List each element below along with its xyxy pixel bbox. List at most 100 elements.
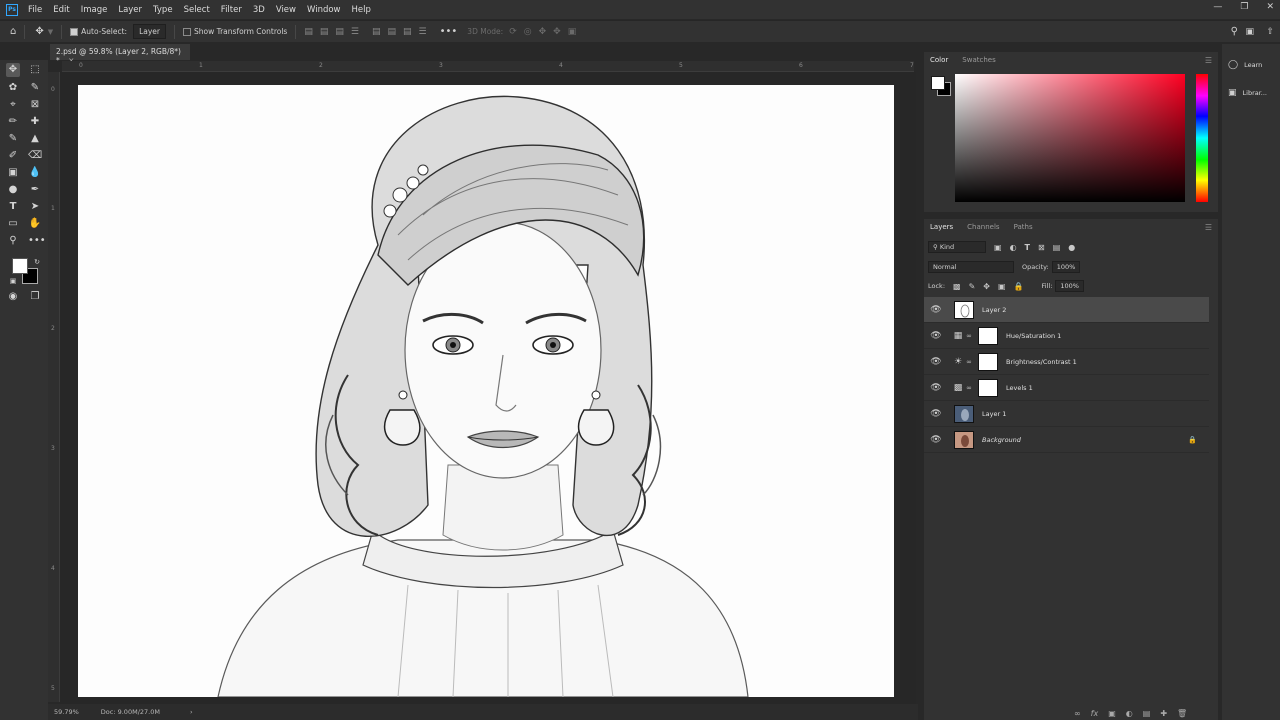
blend-mode-dropdown[interactable]: Normal bbox=[928, 261, 1014, 273]
menu-view[interactable]: View bbox=[276, 5, 296, 15]
layer-row[interactable]: 👁 Layer 1 bbox=[924, 401, 1209, 427]
lock-all-icon[interactable]: 🔒 bbox=[1014, 282, 1024, 291]
auto-select-dropdown[interactable]: Layer bbox=[133, 24, 166, 39]
path-select-tool-icon[interactable]: ➤ bbox=[28, 200, 42, 214]
lock-transparent-icon[interactable]: ▩ bbox=[953, 282, 961, 291]
search-icon[interactable]: ⚲ bbox=[1231, 26, 1238, 37]
3d-slide-icon[interactable]: ✥ bbox=[553, 27, 561, 37]
crop-tool-icon[interactable]: ⌖ bbox=[6, 98, 20, 112]
tab-channels[interactable]: Channels bbox=[967, 223, 999, 231]
menu-file[interactable]: File bbox=[28, 5, 42, 15]
panel-menu-icon[interactable]: ☰ bbox=[1205, 223, 1212, 232]
learn-panel-button[interactable]: ◯ Learn bbox=[1228, 60, 1262, 70]
layer-row[interactable]: 👁 ▩ ∞ Levels 1 bbox=[924, 375, 1209, 401]
eraser-tool-icon[interactable]: ⌫ bbox=[28, 149, 42, 163]
share-icon[interactable]: ⇧ bbox=[1266, 27, 1274, 37]
lock-image-icon[interactable]: ✎ bbox=[969, 282, 976, 291]
doc-size-info[interactable]: Doc: 9.00M/27.0M bbox=[101, 708, 160, 716]
dodge-tool-icon[interactable]: ● bbox=[6, 183, 20, 197]
auto-select-checkbox[interactable] bbox=[70, 27, 79, 36]
add-mask-icon[interactable]: ▣ bbox=[1108, 709, 1116, 718]
home-icon[interactable]: ⌂ bbox=[10, 26, 16, 37]
canvas-area[interactable] bbox=[60, 72, 916, 704]
eyedropper-tool-icon[interactable]: ✏ bbox=[6, 115, 20, 129]
type-filter-icon[interactable]: T bbox=[1025, 243, 1030, 252]
chevron-right-icon[interactable]: › bbox=[190, 708, 193, 716]
more-options-icon[interactable]: ••• bbox=[440, 26, 458, 37]
more-tools-icon[interactable]: ••• bbox=[28, 234, 46, 248]
lock-artboard-icon[interactable]: ▣ bbox=[998, 282, 1006, 291]
quick-mask-icon[interactable]: ◉ bbox=[6, 290, 20, 304]
hue-slider[interactable] bbox=[1196, 74, 1208, 202]
smart-object-filter-icon[interactable]: ▤ bbox=[1053, 243, 1061, 252]
clone-stamp-tool-icon[interactable]: ▲ bbox=[28, 132, 42, 146]
move-tool-icon[interactable]: ✥ bbox=[6, 63, 20, 77]
menu-3d[interactable]: 3D bbox=[253, 5, 265, 15]
align-top-icon[interactable]: ▤ bbox=[372, 27, 381, 37]
workspace-icon[interactable]: ▣ bbox=[1245, 27, 1254, 37]
shape-filter-icon[interactable]: ⊠ bbox=[1038, 243, 1045, 252]
tab-swatches[interactable]: Swatches bbox=[962, 56, 995, 64]
healing-brush-tool-icon[interactable]: ✚ bbox=[28, 115, 42, 129]
3d-scale-icon[interactable]: ▣ bbox=[568, 27, 577, 37]
lasso-tool-icon[interactable]: ✿ bbox=[6, 81, 20, 95]
eye-icon[interactable]: 👁 bbox=[926, 409, 946, 419]
new-layer-icon[interactable]: ✚ bbox=[1160, 709, 1167, 718]
close-icon[interactable]: ✕ bbox=[1266, 2, 1274, 12]
minimize-icon[interactable]: — bbox=[1213, 2, 1222, 12]
zoom-tool-icon[interactable]: ⚲ bbox=[6, 234, 20, 248]
adjustment-filter-icon[interactable]: ◐ bbox=[1010, 243, 1017, 252]
distribute-vertical-icon[interactable]: ☰ bbox=[419, 27, 427, 37]
new-group-icon[interactable]: ▤ bbox=[1143, 709, 1151, 718]
new-adjustment-icon[interactable]: ◐ bbox=[1126, 709, 1133, 718]
chevron-down-icon[interactable]: ▼ bbox=[48, 28, 53, 36]
menu-layer[interactable]: Layer bbox=[118, 5, 142, 15]
align-left-icon[interactable]: ▤ bbox=[304, 27, 313, 37]
eye-icon[interactable]: 👁 bbox=[926, 435, 946, 445]
menu-filter[interactable]: Filter bbox=[221, 5, 242, 15]
screen-mode-icon[interactable]: ❐ bbox=[28, 290, 42, 304]
foreground-color-swatch[interactable] bbox=[12, 258, 28, 274]
align-right-icon[interactable]: ▤ bbox=[335, 27, 344, 37]
menu-help[interactable]: Help bbox=[352, 5, 371, 15]
3d-orbit-icon[interactable]: ⟳ bbox=[509, 27, 517, 37]
document-canvas[interactable] bbox=[78, 85, 894, 697]
layer-row[interactable]: 👁 Layer 2 bbox=[924, 297, 1209, 323]
layer-row[interactable]: 👁 ▦ ∞ Hue/Saturation 1 bbox=[924, 323, 1209, 349]
layer-row[interactable]: 👁 ☀ ∞ Brightness/Contrast 1 bbox=[924, 349, 1209, 375]
marquee-tool-icon[interactable]: ⬚ bbox=[28, 63, 42, 77]
brush-tool-icon[interactable]: ✎ bbox=[6, 132, 20, 146]
hand-tool-icon[interactable]: ✋ bbox=[28, 217, 42, 231]
history-brush-tool-icon[interactable]: ✐ bbox=[6, 149, 20, 163]
opacity-input[interactable]: 100% bbox=[1051, 261, 1081, 273]
align-bottom-icon[interactable]: ▤ bbox=[403, 27, 412, 37]
move-tool-icon[interactable]: ✥ bbox=[35, 26, 43, 37]
filter-kind-dropdown[interactable]: ⚲ Kind bbox=[928, 241, 986, 253]
pen-tool-icon[interactable]: ✒ bbox=[28, 183, 42, 197]
zoom-level[interactable]: 59.79% bbox=[54, 708, 79, 716]
3d-pan-icon[interactable]: ✥ bbox=[539, 27, 547, 37]
link-layers-icon[interactable]: ∞ bbox=[1074, 709, 1081, 718]
trash-icon[interactable]: 🗑 bbox=[1177, 709, 1187, 718]
frame-tool-icon[interactable]: ⊠ bbox=[28, 98, 42, 112]
eye-icon[interactable]: 👁 bbox=[926, 331, 946, 341]
rectangle-tool-icon[interactable]: ▭ bbox=[6, 217, 20, 231]
type-tool-icon[interactable]: T bbox=[6, 200, 20, 214]
tab-paths[interactable]: Paths bbox=[1014, 223, 1033, 231]
menu-select[interactable]: Select bbox=[184, 5, 210, 15]
tab-color[interactable]: Color bbox=[930, 56, 948, 64]
menu-edit[interactable]: Edit bbox=[53, 5, 69, 15]
align-center-icon[interactable]: ▤ bbox=[320, 27, 329, 37]
fx-icon[interactable]: fx bbox=[1091, 709, 1099, 718]
layer-row[interactable]: 👁 Background 🔒 bbox=[924, 427, 1209, 453]
menu-image[interactable]: Image bbox=[81, 5, 108, 15]
blur-tool-icon[interactable]: 💧 bbox=[28, 166, 42, 180]
3d-roll-icon[interactable]: ◎ bbox=[524, 27, 532, 37]
show-transform-checkbox[interactable] bbox=[183, 27, 191, 36]
fill-input[interactable]: 100% bbox=[1055, 280, 1084, 292]
default-colors-icon[interactable]: ▣ bbox=[6, 274, 20, 288]
quick-select-tool-icon[interactable]: ✎ bbox=[28, 81, 42, 95]
align-middle-icon[interactable]: ▤ bbox=[387, 27, 396, 37]
eye-icon[interactable]: 👁 bbox=[926, 305, 946, 315]
libraries-panel-button[interactable]: ▣ Librar... bbox=[1228, 88, 1267, 98]
